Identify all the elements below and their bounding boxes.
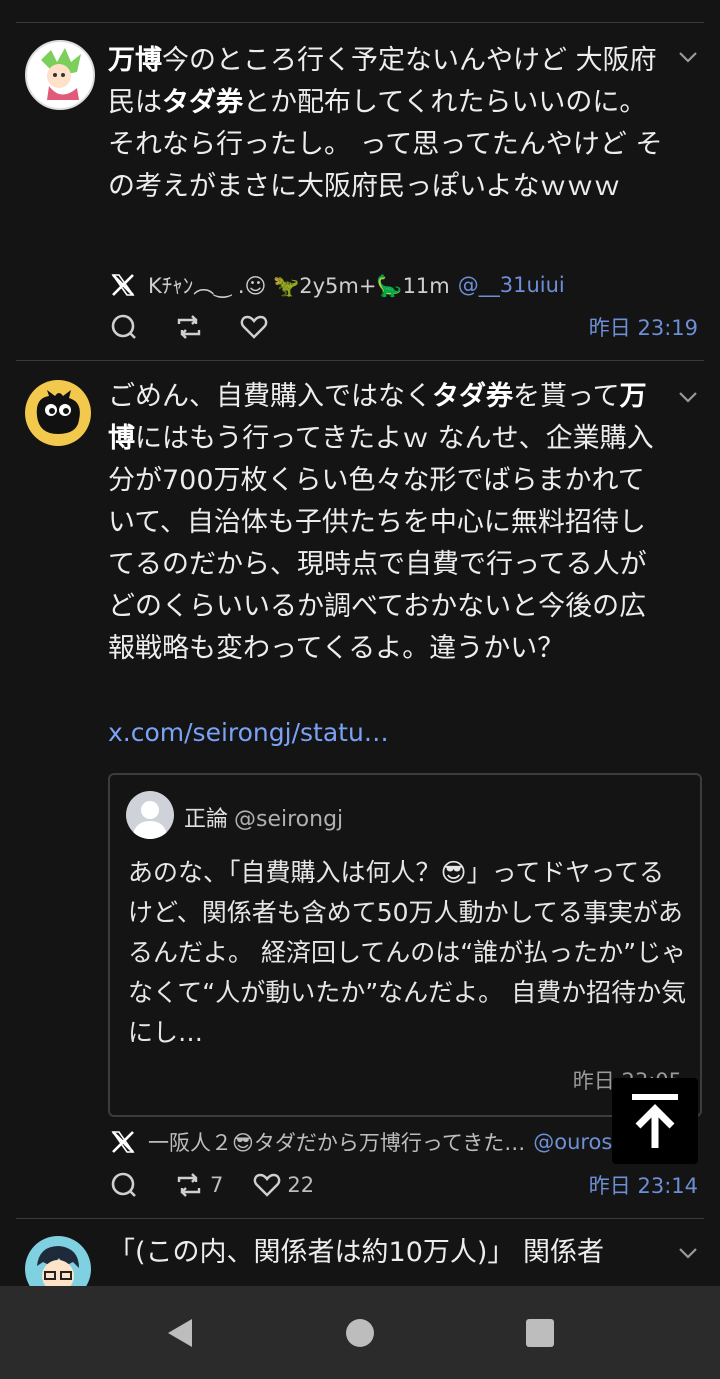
quoted-text: あのな、「自費購入は何人？😎」ってドヤってるけど、関係者も含めて50万人動かして… bbox=[128, 858, 687, 1047]
reply-button[interactable] bbox=[110, 313, 144, 341]
back-icon[interactable] bbox=[164, 1317, 194, 1349]
heart-icon bbox=[254, 1173, 281, 1197]
like-button[interactable] bbox=[240, 314, 274, 340]
post-actions: 昨日 23:19 bbox=[110, 311, 698, 343]
quoted-avatar[interactable] bbox=[126, 791, 174, 839]
home-icon[interactable] bbox=[345, 1318, 375, 1348]
x-logo-icon bbox=[111, 1131, 135, 1153]
post-text: 万博今のところ行く予定ないんやけど 大阪府民はタダ券とか配布してくれたらいいのに… bbox=[108, 45, 663, 202]
divider bbox=[16, 22, 704, 23]
chevron-down-icon[interactable] bbox=[678, 1246, 698, 1260]
post-time[interactable]: 昨日 23:19 bbox=[589, 312, 698, 342]
reply-button[interactable] bbox=[110, 1171, 144, 1199]
author-name: Kﾁｬﾝ︵‿ .☺︎ 🦖2y5m+🦕11m bbox=[148, 274, 450, 298]
avatar[interactable] bbox=[25, 380, 91, 446]
like-button[interactable]: 22 bbox=[253, 1172, 314, 1198]
x-logo-icon bbox=[111, 274, 135, 296]
post-meta[interactable]: Kﾁｬﾝ︵‿ .☺︎ 🦖2y5m+🦕11m @__31uiui bbox=[110, 270, 565, 300]
repost-icon bbox=[177, 1173, 201, 1197]
chevron-down-icon[interactable] bbox=[678, 50, 698, 64]
quoted-author[interactable]: 正論 @seirongj bbox=[184, 801, 343, 833]
divider bbox=[16, 360, 704, 361]
quoted-post[interactable]: 正論 @seirongj あのな、「自費購入は何人？😎」ってドヤってるけど、関係者… bbox=[108, 773, 702, 1117]
partial-actions-row bbox=[110, 0, 270, 6]
post-text: ごめん、自費購入ではなくタダ券を貰って万博にはもう行ってきたよｗ なんせ、企業購… bbox=[108, 381, 654, 664]
post-actions: 7 22 昨日 23:14 bbox=[110, 1169, 698, 1201]
repost-count: 7 bbox=[210, 1173, 224, 1197]
system-navigation-bar bbox=[0, 1286, 720, 1379]
reply-icon bbox=[111, 314, 136, 339]
arrow-up-icon bbox=[632, 1094, 678, 1148]
repost-icon bbox=[177, 315, 201, 339]
like-count: 22 bbox=[287, 1173, 315, 1197]
chevron-down-icon[interactable] bbox=[678, 390, 698, 404]
repost-button[interactable] bbox=[174, 313, 210, 341]
post-time[interactable]: 昨日 23:14 bbox=[589, 1170, 698, 1200]
avatar[interactable] bbox=[25, 40, 95, 110]
recents-icon[interactable] bbox=[525, 1318, 555, 1348]
post-text: 「(この内、関係者は約10万人)」 関係者 bbox=[108, 1237, 605, 1268]
scroll-to-top-button[interactable] bbox=[612, 1078, 698, 1164]
reply-icon bbox=[111, 1172, 136, 1197]
post-link[interactable]: x.com/seirongj/statu… bbox=[108, 718, 389, 747]
divider bbox=[16, 1218, 704, 1219]
heart-icon bbox=[240, 315, 268, 339]
author-name: 一阪人２😎タダだから万博行ってきた… bbox=[148, 1131, 526, 1155]
author-handle[interactable]: @__31uiui bbox=[458, 273, 565, 297]
post-meta[interactable]: 一阪人２😎タダだから万博行ってきた… @ourosa… bbox=[110, 1127, 696, 1157]
repost-button[interactable]: 7 bbox=[174, 1171, 223, 1199]
